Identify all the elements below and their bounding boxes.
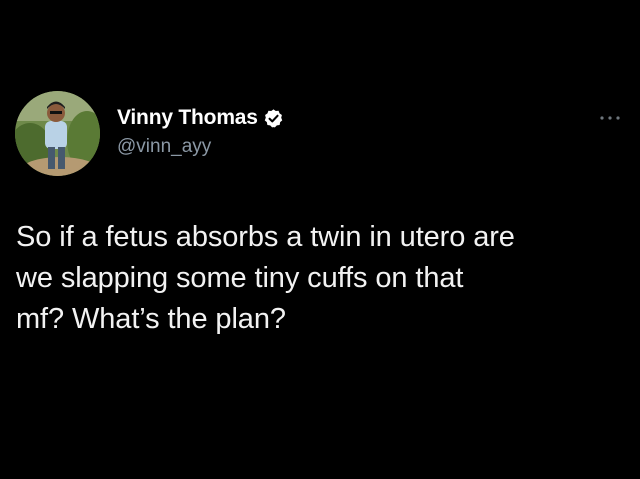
author-block: Vinny Thomas @vinn_ayy [117,104,284,158]
name-row: Vinny Thomas [117,104,284,132]
tweet-text: So if a fetus absorbs a twin in utero ar… [16,221,515,335]
verified-badge-icon [263,108,284,129]
more-dots-icon[interactable] [598,111,622,123]
user-handle[interactable]: @vinn_ayy [117,136,284,158]
display-name[interactable]: Vinny Thomas [117,106,258,130]
avatar-photo [15,91,100,176]
tweet-card: Vinny Thomas @vinn_ayy So if a fetus abs… [0,0,640,479]
avatar[interactable] [15,91,100,176]
